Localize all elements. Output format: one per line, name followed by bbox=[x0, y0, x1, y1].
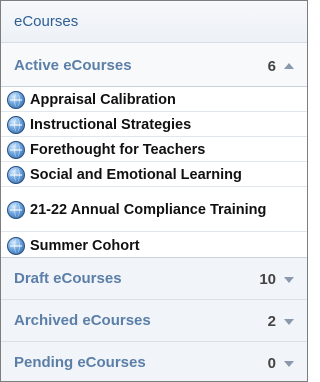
course-item[interactable]: Summer Cohort bbox=[1, 232, 307, 257]
globe-icon bbox=[7, 116, 25, 134]
section-label: Archived eCourses bbox=[14, 312, 151, 329]
globe-icon bbox=[7, 236, 25, 255]
course-item[interactable]: Instructional Strategies bbox=[1, 112, 307, 137]
section-count: 0 bbox=[267, 355, 276, 372]
section-label: Active eCourses bbox=[14, 57, 132, 74]
collapse-triangle-icon[interactable] bbox=[284, 63, 294, 69]
course-item[interactable]: Appraisal Calibration bbox=[1, 87, 307, 112]
course-label: Social and Emotional Learning bbox=[30, 167, 242, 183]
course-item[interactable]: 21-22 Annual Compliance Training bbox=[1, 187, 307, 232]
active-course-list: Appraisal Calibration Instructional Stra… bbox=[1, 87, 307, 258]
expand-triangle-icon[interactable] bbox=[284, 361, 294, 367]
course-label: Appraisal Calibration bbox=[30, 92, 176, 108]
course-item[interactable]: Forethought for Teachers bbox=[1, 137, 307, 162]
course-label: Instructional Strategies bbox=[30, 117, 192, 133]
expand-triangle-icon[interactable] bbox=[284, 277, 294, 283]
section-pending-ecourses[interactable]: Pending eCourses 0 bbox=[1, 342, 307, 381]
section-draft-ecourses[interactable]: Draft eCourses 10 bbox=[1, 258, 307, 300]
section-count: 6 bbox=[267, 58, 276, 75]
course-label: 21-22 Annual Compliance Training bbox=[30, 202, 267, 218]
section-label: Pending eCourses bbox=[14, 354, 146, 371]
section-archived-ecourses[interactable]: Archived eCourses 2 bbox=[1, 300, 307, 342]
course-label: Forethought for Teachers bbox=[30, 142, 206, 158]
section-count: 10 bbox=[259, 271, 276, 288]
globe-icon bbox=[7, 166, 25, 184]
panel-title: eCourses bbox=[1, 1, 307, 43]
globe-icon bbox=[7, 91, 25, 109]
globe-icon bbox=[7, 141, 25, 159]
section-active-ecourses[interactable]: Active eCourses 6 bbox=[1, 43, 307, 87]
globe-icon bbox=[7, 201, 25, 219]
expand-triangle-icon[interactable] bbox=[284, 319, 294, 325]
section-label: Draft eCourses bbox=[14, 270, 122, 287]
course-item[interactable]: Social and Emotional Learning bbox=[1, 162, 307, 187]
course-label: Summer Cohort bbox=[30, 237, 140, 254]
ecourses-panel: eCourses Active eCourses 6 Appraisal Cal… bbox=[0, 0, 308, 382]
section-count: 2 bbox=[267, 313, 276, 330]
